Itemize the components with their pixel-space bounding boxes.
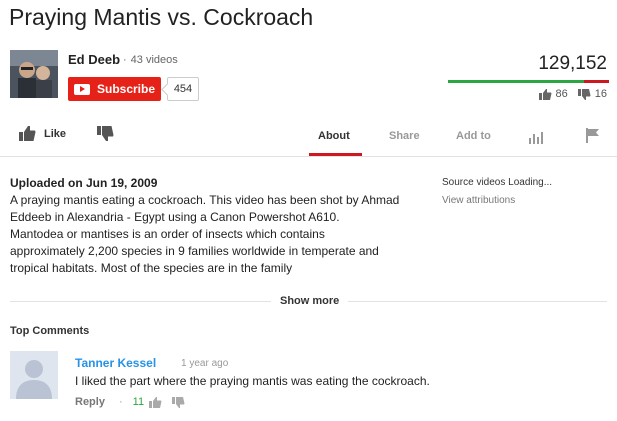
tab-about[interactable]: About <box>318 130 350 142</box>
likes-count: 86 <box>555 88 568 100</box>
comments-heading: Top Comments <box>10 325 90 337</box>
thumbs-up-icon <box>19 126 36 141</box>
subscribe-label: Subscribe <box>97 82 156 96</box>
comment-author[interactable]: Tanner Kessel <box>75 356 156 370</box>
comment-actions: Reply · 11 <box>75 396 185 408</box>
comment-time[interactable]: 1 year ago <box>181 358 228 369</box>
report-button[interactable] <box>586 128 599 148</box>
like-button[interactable]: Like <box>19 126 66 141</box>
channel-video-count[interactable]: · 43 videos <box>123 54 178 66</box>
video-title: Praying Mantis vs. Cockroach <box>9 4 314 30</box>
video-description: A praying mantis eating a cockroach. Thi… <box>10 192 400 288</box>
default-avatar-icon <box>10 351 58 399</box>
like-label: Like <box>44 127 67 140</box>
dislike-button[interactable] <box>97 126 114 146</box>
thumbs-down-icon <box>577 88 591 100</box>
subscriber-count: 454 <box>167 77 199 101</box>
youtube-logo-icon <box>74 83 90 95</box>
thumbs-up-icon <box>538 88 551 100</box>
view-count: 129,152 <box>538 53 607 74</box>
thumbs-down-icon <box>97 126 114 141</box>
channel-name[interactable]: Ed Deeb <box>68 52 120 67</box>
upload-date: Uploaded on Jun 19, 2009 <box>10 176 158 190</box>
description-paragraph: Mantodea or mantises is an order of inse… <box>10 227 379 275</box>
comment-text: I liked the part where the praying manti… <box>75 374 430 388</box>
commenter-avatar[interactable] <box>10 351 58 399</box>
action-bar: Like About Share Add to <box>0 119 617 157</box>
tab-add-to[interactable]: Add to <box>456 130 491 142</box>
like-ratio-fill <box>448 80 584 83</box>
separator-dot: · <box>118 396 123 408</box>
stats-icon <box>529 132 543 144</box>
flag-icon <box>586 128 599 143</box>
dislikes-count: 16 <box>594 88 607 100</box>
likes-summary: 86 16 <box>538 88 607 100</box>
reply-button[interactable]: Reply <box>75 396 105 408</box>
video-count-label: 43 videos <box>130 54 178 66</box>
channel-avatar[interactable] <box>10 50 58 98</box>
thumbs-down-icon[interactable] <box>172 396 185 408</box>
description-paragraph: A praying mantis eating a cockroach. Thi… <box>10 193 400 224</box>
active-tab-indicator <box>309 153 362 156</box>
stats-button[interactable] <box>529 131 543 149</box>
separator-dot: · <box>123 54 127 66</box>
subscribe-button[interactable]: Subscribe <box>68 77 161 101</box>
show-more-button[interactable]: Show more <box>271 295 349 307</box>
thumbs-up-icon[interactable] <box>149 396 162 408</box>
like-ratio-bar <box>448 80 609 83</box>
source-videos-status: Source videos Loading... <box>442 177 553 188</box>
comment-like-count: 11 <box>132 396 145 408</box>
view-attributions-link[interactable]: View attributions <box>442 195 515 206</box>
tab-share[interactable]: Share <box>389 130 420 142</box>
